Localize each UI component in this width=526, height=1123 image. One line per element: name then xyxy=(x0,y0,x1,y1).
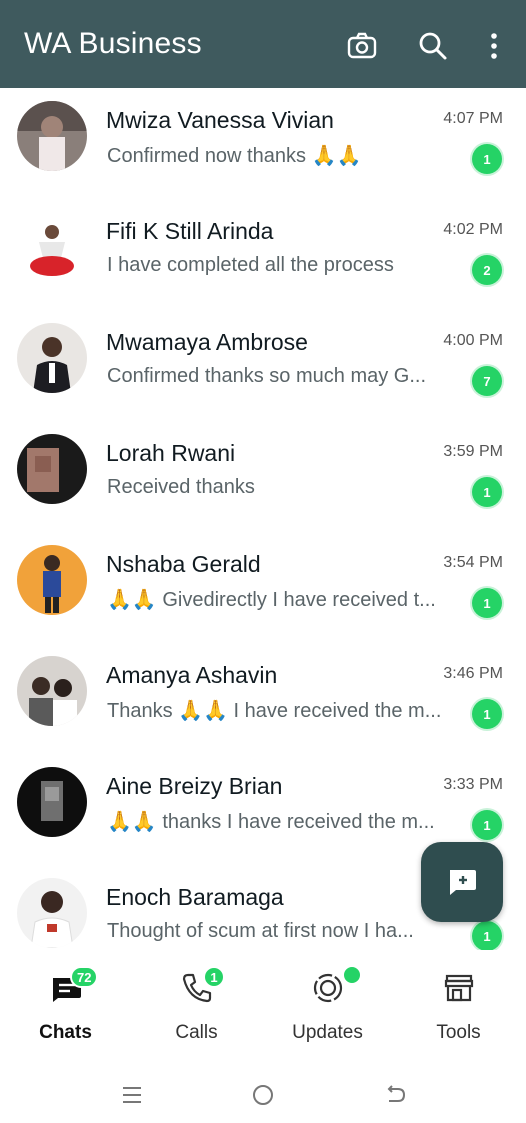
tab-chats-label: Chats xyxy=(39,1022,92,1043)
updates-icon xyxy=(310,970,346,1006)
unread-badge: 1 xyxy=(472,477,502,507)
chat-row[interactable]: Amanya Ashavin 3:46 PM Thanks 🙏🙏 I have … xyxy=(0,643,526,754)
more-vert-icon[interactable] xyxy=(478,30,510,62)
avatar xyxy=(17,212,87,282)
tab-tools[interactable]: Tools xyxy=(393,950,524,1050)
tab-tools-label: Tools xyxy=(436,1022,481,1043)
system-nav-bar xyxy=(0,1060,526,1123)
chat-name: Lorah Rwani xyxy=(106,440,236,466)
chat-name: Enoch Baramaga xyxy=(106,884,284,910)
avatar xyxy=(17,545,87,615)
chat-preview: 🙏🙏 thanks I have received the m... xyxy=(107,811,435,833)
unread-badge: 1 xyxy=(472,810,502,840)
chat-time: 3:54 PM xyxy=(443,554,503,571)
new-chat-icon xyxy=(450,870,476,895)
chat-preview: Confirmed thanks so much may G... xyxy=(107,365,427,387)
chat-name: Nshaba Gerald xyxy=(106,551,261,577)
avatar xyxy=(17,323,87,393)
camera-icon[interactable] xyxy=(346,30,378,62)
calls-badge: 1 xyxy=(203,966,225,988)
recent-apps-icon[interactable] xyxy=(117,1080,147,1110)
chat-name: Amanya Ashavin xyxy=(106,662,278,688)
unread-badge: 1 xyxy=(472,588,502,618)
unread-badge: 2 xyxy=(472,255,502,285)
chats-badge: 72 xyxy=(70,966,99,988)
chat-time: 3:33 PM xyxy=(443,776,503,793)
bottom-nav: 72 Chats 1 Calls Updates Tools xyxy=(0,950,526,1055)
unread-badge: 1 xyxy=(472,921,502,951)
chat-row[interactable]: Lorah Rwani 3:59 PM Received thanks 1 xyxy=(0,421,526,532)
avatar xyxy=(17,101,87,171)
chat-row[interactable]: Mwiza Vanessa Vivian 4:07 PM Confirmed n… xyxy=(0,88,526,199)
chat-row[interactable]: Fifi K Still Arinda 4:02 PM I have compl… xyxy=(0,199,526,310)
unread-badge: 1 xyxy=(472,699,502,729)
back-icon[interactable] xyxy=(380,1080,410,1110)
tab-updates[interactable]: Updates xyxy=(262,950,393,1050)
chat-row[interactable]: Nshaba Gerald 3:54 PM 🙏🙏 Givedirectly I … xyxy=(0,532,526,643)
chat-preview: I have completed all the process xyxy=(107,254,394,276)
chat-time: 4:02 PM xyxy=(443,221,503,238)
unread-badge: 7 xyxy=(472,366,502,396)
avatar xyxy=(17,878,87,948)
chat-time: 4:00 PM xyxy=(443,332,503,349)
avatar xyxy=(17,767,87,837)
chat-row[interactable]: Mwamaya Ambrose 4:00 PM Confirmed thanks… xyxy=(0,310,526,421)
chat-time: 3:59 PM xyxy=(443,443,503,460)
chat-name: Mwamaya Ambrose xyxy=(106,329,308,355)
tab-calls-label: Calls xyxy=(175,1022,218,1043)
chat-time: 3:46 PM xyxy=(443,665,503,682)
updates-dot xyxy=(342,965,362,985)
storefront-icon xyxy=(441,970,477,1006)
avatar xyxy=(17,434,87,504)
chat-preview: Thought of scum at first now I ha... xyxy=(107,920,414,942)
chat-preview: Thanks 🙏🙏 I have received the m... xyxy=(107,700,442,722)
home-icon[interactable] xyxy=(248,1080,278,1110)
chat-preview: 🙏🙏 Givedirectly I have received t... xyxy=(107,589,436,611)
tab-chats[interactable]: 72 Chats xyxy=(0,950,131,1050)
chat-name: Mwiza Vanessa Vivian xyxy=(106,107,334,133)
chat-preview: Received thanks xyxy=(107,476,255,498)
chat-name: Aine Breizy Brian xyxy=(106,773,283,799)
tab-updates-label: Updates xyxy=(292,1022,363,1043)
avatar xyxy=(17,656,87,726)
chat-name: Fifi K Still Arinda xyxy=(106,218,274,244)
unread-badge: 1 xyxy=(472,144,502,174)
search-icon[interactable] xyxy=(417,30,449,62)
new-chat-button[interactable] xyxy=(421,842,503,922)
chat-time: 4:07 PM xyxy=(443,110,503,127)
chat-preview: Confirmed now thanks 🙏🙏 xyxy=(107,145,362,167)
tab-calls[interactable]: 1 Calls xyxy=(131,950,262,1050)
